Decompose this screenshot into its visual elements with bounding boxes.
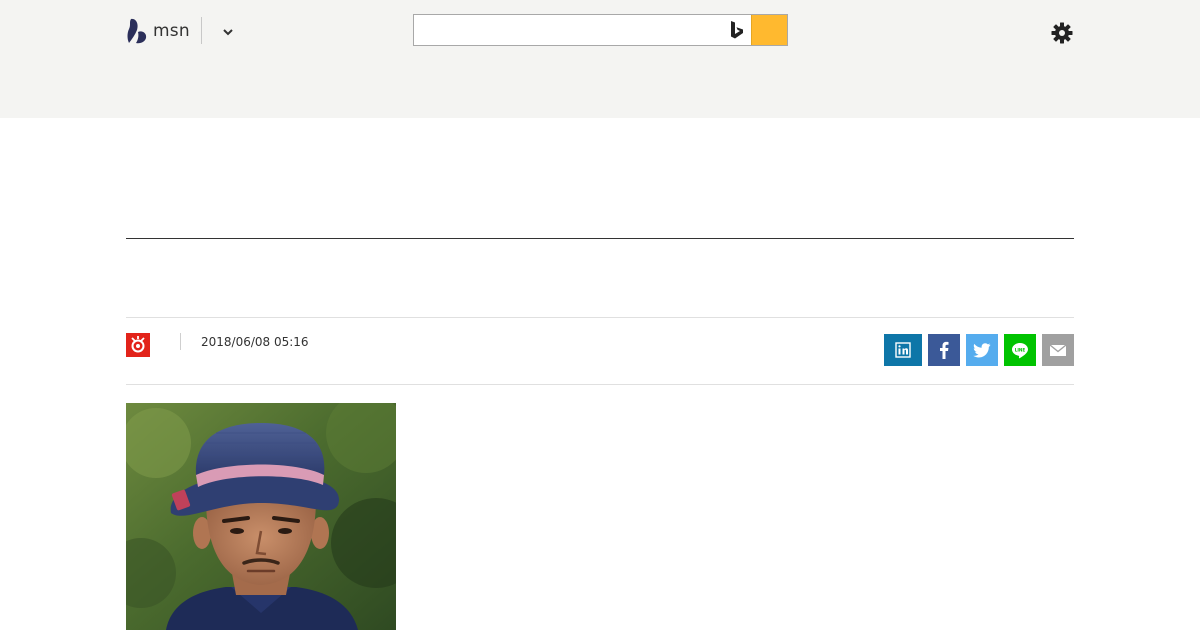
msn-butterfly-icon bbox=[127, 18, 147, 44]
search-box bbox=[413, 14, 788, 46]
search-input[interactable] bbox=[414, 15, 723, 45]
share-facebook-button[interactable] bbox=[928, 334, 960, 366]
twitter-icon bbox=[973, 342, 991, 357]
chevron-down-icon[interactable] bbox=[218, 22, 238, 42]
source-logo-icon[interactable] bbox=[126, 333, 150, 357]
share-linkedin-button[interactable] bbox=[884, 334, 922, 366]
meta-divider bbox=[180, 333, 181, 350]
facebook-icon bbox=[940, 341, 949, 359]
article-timestamp: 2018/06/08 05:16 bbox=[201, 335, 309, 349]
linkedin-icon bbox=[895, 342, 911, 358]
meta-top-divider bbox=[126, 317, 1074, 318]
share-line-button[interactable]: LINE bbox=[1004, 334, 1036, 366]
mail-icon bbox=[1049, 343, 1067, 356]
msn-logo[interactable]: msn bbox=[126, 16, 190, 46]
logo-text: msn bbox=[153, 21, 190, 41]
bing-icon bbox=[723, 15, 751, 45]
svg-text:LINE: LINE bbox=[1015, 347, 1026, 352]
top-bar: msn bbox=[0, 0, 1200, 118]
logo-divider bbox=[201, 17, 202, 44]
meta-bottom-divider bbox=[126, 384, 1074, 385]
share-email-button[interactable] bbox=[1042, 334, 1074, 366]
headline-divider bbox=[126, 238, 1074, 239]
share-twitter-button[interactable] bbox=[966, 334, 998, 366]
article-photo bbox=[126, 403, 396, 630]
search-button[interactable] bbox=[751, 15, 787, 45]
gear-icon[interactable] bbox=[1050, 21, 1074, 45]
line-icon: LINE bbox=[1012, 342, 1028, 358]
